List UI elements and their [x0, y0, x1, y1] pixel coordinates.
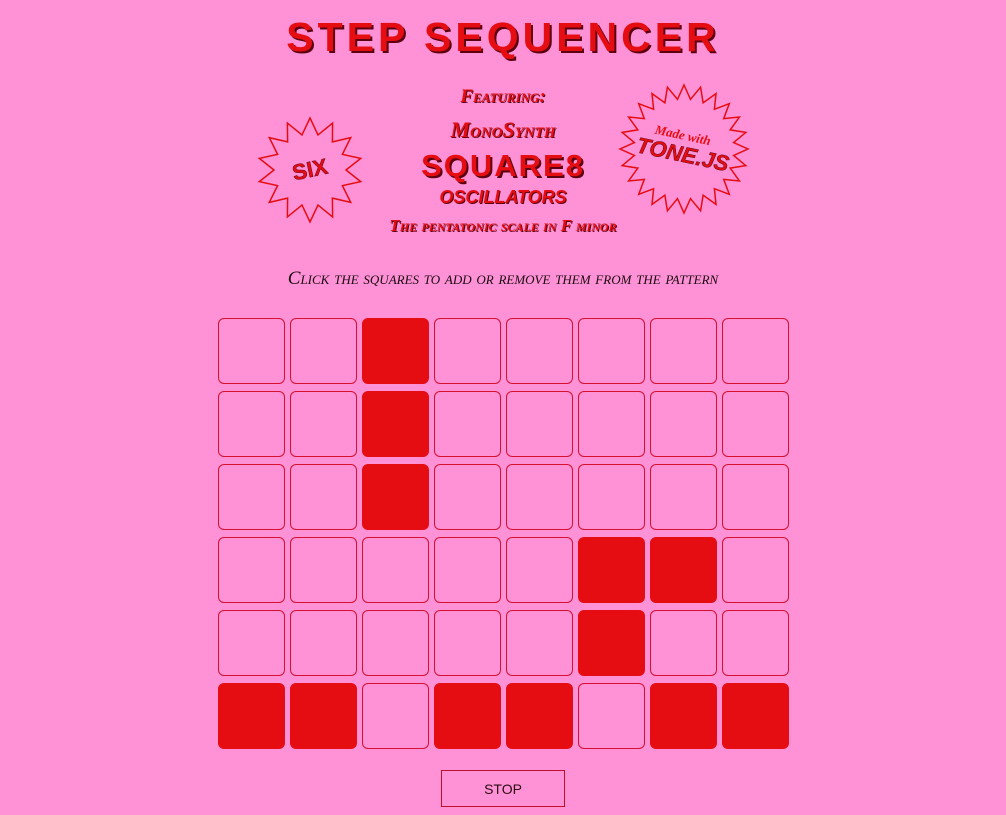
step-cell-r5-c4[interactable] [434, 610, 501, 676]
oscillator-type: SQUARE8 [421, 148, 585, 183]
step-cell-r3-c1[interactable] [218, 464, 285, 530]
step-cell-r4-c3[interactable] [362, 537, 429, 603]
step-cell-r1-c6[interactable] [578, 318, 645, 384]
step-cell-r5-c8[interactable] [722, 610, 789, 676]
step-cell-r3-c4[interactable] [434, 464, 501, 530]
synth-name: MonoSynth [450, 117, 556, 142]
step-cell-r6-c4[interactable] [434, 683, 501, 749]
step-cell-r4-c7[interactable] [650, 537, 717, 603]
featuring-label: Featuring: [460, 86, 546, 107]
step-cell-r2-c2[interactable] [290, 391, 357, 457]
step-cell-r5-c7[interactable] [650, 610, 717, 676]
step-cell-r4-c4[interactable] [434, 537, 501, 603]
step-cell-r2-c1[interactable] [218, 391, 285, 457]
scale-label: The pentatonic scale in F minor [389, 216, 617, 235]
step-cell-r6-c3[interactable] [362, 683, 429, 749]
instruction-text: Click the squares to add or remove them … [287, 268, 719, 289]
step-cell-r4-c5[interactable] [506, 537, 573, 603]
step-cell-r4-c6[interactable] [578, 537, 645, 603]
step-cell-r5-c1[interactable] [218, 610, 285, 676]
step-cell-r3-c2[interactable] [290, 464, 357, 530]
step-cell-r5-c5[interactable] [506, 610, 573, 676]
step-cell-r6-c6[interactable] [578, 683, 645, 749]
step-cell-r2-c8[interactable] [722, 391, 789, 457]
step-cell-r6-c1[interactable] [218, 683, 285, 749]
step-cell-r3-c7[interactable] [650, 464, 717, 530]
step-cell-r2-c5[interactable] [506, 391, 573, 457]
step-cell-r3-c6[interactable] [578, 464, 645, 530]
oscillators-label: OSCILLATORS [439, 187, 567, 207]
step-cell-r4-c8[interactable] [722, 537, 789, 603]
step-cell-r1-c4[interactable] [434, 318, 501, 384]
step-cell-r1-c7[interactable] [650, 318, 717, 384]
step-cell-r1-c2[interactable] [290, 318, 357, 384]
page-title: STEP SEQUENCER [286, 14, 720, 60]
step-cell-r5-c3[interactable] [362, 610, 429, 676]
step-cell-r2-c3[interactable] [362, 391, 429, 457]
step-cell-r1-c3[interactable] [362, 318, 429, 384]
step-cell-r4-c1[interactable] [218, 537, 285, 603]
step-cell-r6-c2[interactable] [290, 683, 357, 749]
step-cell-r1-c8[interactable] [722, 318, 789, 384]
step-cell-r5-c2[interactable] [290, 610, 357, 676]
step-cell-r1-c1[interactable] [218, 318, 285, 384]
step-cell-r6-c7[interactable] [650, 683, 717, 749]
step-cell-r6-c8[interactable] [722, 683, 789, 749]
step-cell-r2-c7[interactable] [650, 391, 717, 457]
step-cell-r2-c6[interactable] [578, 391, 645, 457]
step-cell-r3-c3[interactable] [362, 464, 429, 530]
sequencer-grid [218, 318, 789, 749]
step-cell-r5-c6[interactable] [578, 610, 645, 676]
step-cell-r4-c2[interactable] [290, 537, 357, 603]
step-cell-r3-c5[interactable] [506, 464, 573, 530]
step-cell-r2-c4[interactable] [434, 391, 501, 457]
step-cell-r6-c5[interactable] [506, 683, 573, 749]
step-cell-r1-c5[interactable] [506, 318, 573, 384]
stop-button[interactable]: STOP [441, 770, 565, 807]
step-cell-r3-c8[interactable] [722, 464, 789, 530]
